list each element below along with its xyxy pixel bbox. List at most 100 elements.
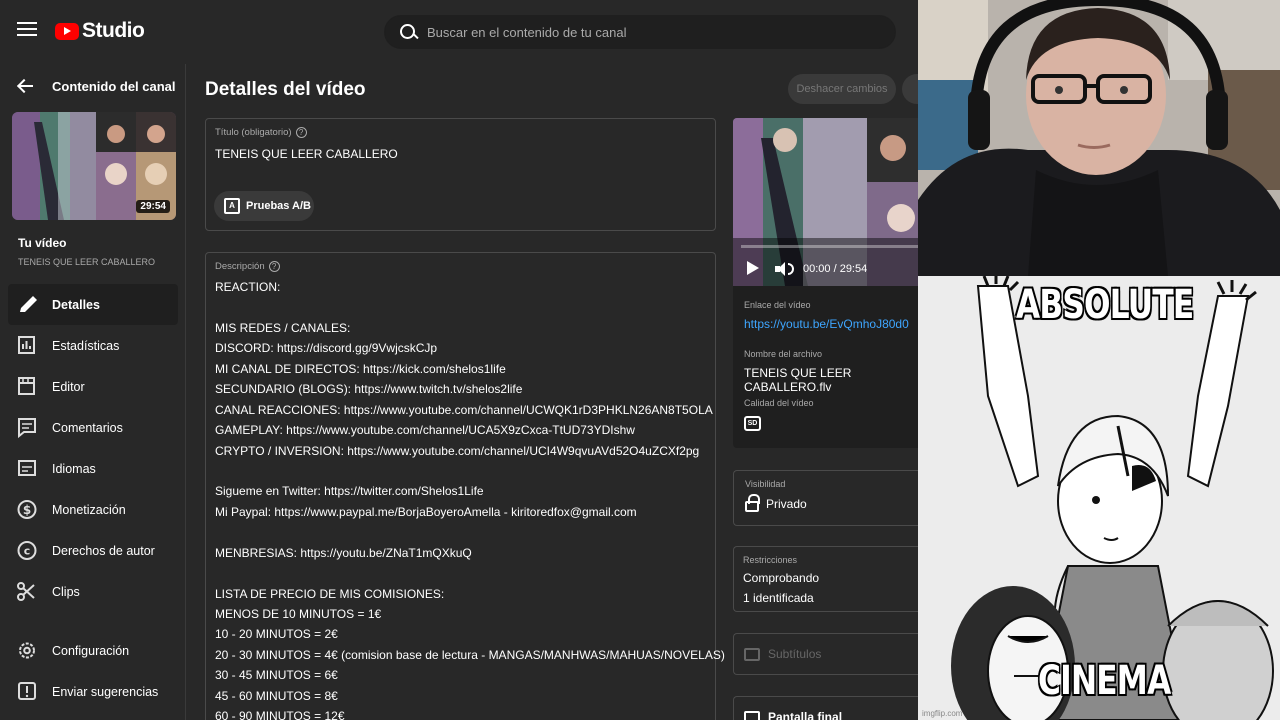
progress-bar[interactable] xyxy=(741,245,918,248)
sidebar-item-detalles[interactable]: Detalles xyxy=(8,284,178,325)
gear-icon xyxy=(8,630,52,671)
description-line xyxy=(215,563,710,583)
sidebar-item-idiomas[interactable]: Idiomas xyxy=(8,448,178,489)
restrictions-label: Restricciones xyxy=(743,555,798,565)
description-line xyxy=(215,522,710,542)
help-icon[interactable]: ? xyxy=(295,127,307,138)
play-icon[interactable] xyxy=(747,261,759,275)
sd-quality-icon: SD xyxy=(744,416,761,431)
description-line: CANAL REACCIONES: https://www.youtube.co… xyxy=(215,402,713,417)
save-button[interactable] xyxy=(902,74,918,104)
video-thumbnail[interactable]: 29:54 xyxy=(12,112,176,220)
subtitles-label: Subtítulos xyxy=(768,647,822,661)
sidebar-item-clips[interactable]: Clips xyxy=(8,571,178,612)
help-icon[interactable]: ? xyxy=(268,261,280,272)
meme-watermark: imgflip.com xyxy=(922,709,963,718)
logo-text: Studio xyxy=(82,19,145,42)
search-bar[interactable] xyxy=(384,15,896,49)
search-icon[interactable] xyxy=(391,15,427,49)
visibility-card[interactable]: Visibilidad Privado xyxy=(733,470,918,526)
title-input[interactable]: TENEIS QUE LEER CABALLERO xyxy=(215,147,398,161)
file-name: TENEIS QUE LEER CABALLERO.flv xyxy=(744,366,852,394)
back-label: Contenido del canal xyxy=(52,78,176,94)
restrictions-count: 1 identificada xyxy=(743,591,814,605)
description-line: DISCORD: https://discord.gg/9VwjcskCJp xyxy=(215,341,438,356)
sidebar-item-monetizacion[interactable]: $ Monetización xyxy=(8,489,178,530)
description-line: 20 - 30 MINUTOS = 4€ (comision base de l… xyxy=(215,647,725,662)
end-screen-label: Pantalla final xyxy=(768,710,843,720)
sidebar-nav: Detalles Estadísticas Editor Comentarios xyxy=(8,284,178,612)
sidebar-item-editor[interactable]: Editor xyxy=(8,366,178,407)
description-line: LISTA DE PRECIO DE MIS COMISIONES: xyxy=(215,586,445,601)
sidebar-item-label: Derechos de autor xyxy=(52,543,155,558)
description-line: 60 - 90 MINUTOS = 12€ xyxy=(215,709,345,720)
back-to-channel-content[interactable]: Contenido del canal xyxy=(0,72,186,100)
sidebar-item-comentarios[interactable]: Comentarios xyxy=(8,407,178,448)
editor-icon xyxy=(8,366,52,407)
undo-changes-button[interactable]: Deshacer cambios xyxy=(788,74,896,104)
ab-testing-label: Pruebas A/B xyxy=(246,200,312,212)
video-player[interactable]: 00:00 / 29:54 xyxy=(733,118,918,286)
video-preview-card: 00:00 / 29:54 Enlace del vídeo https://y… xyxy=(733,118,918,448)
description-line xyxy=(215,297,710,317)
description-line xyxy=(215,461,710,481)
description-line: SECUNDARIO (BLOGS): https://www.twitch.t… xyxy=(215,382,523,397)
description-line: Sigueme en Twitter: https://twitter.com/… xyxy=(215,484,484,499)
sidebar-item-label: Comentarios xyxy=(52,420,123,435)
menu-icon[interactable] xyxy=(17,22,37,38)
description-field[interactable]: Descripción ? REACTION: MIS REDES / CANA… xyxy=(205,252,725,720)
video-quality-label: Calidad del vídeo xyxy=(744,398,814,408)
studio-logo[interactable]: Studio xyxy=(55,19,145,43)
sidebar-item-sugerencias[interactable]: Enviar sugerencias xyxy=(8,671,178,712)
visibility-label: Visibilidad xyxy=(745,479,786,489)
sidebar-item-label: Enviar sugerencias xyxy=(52,684,159,699)
title-field[interactable]: Título (obligatorio) ? TENEIS QUE LEER C… xyxy=(205,118,716,231)
description-line: MENBRESIAS: https://youtu.be/ZNaT1mQXkuQ xyxy=(215,545,472,560)
dollar-icon: $ xyxy=(8,489,52,530)
description-line: GAMEPLAY: https://www.youtube.com/channe… xyxy=(215,423,635,438)
description-line: MI CANAL DE DIRECTOS: https://kick.com/s… xyxy=(215,361,506,376)
meme-overlay: ABSOLUTE CINEMA imgflip.com xyxy=(918,276,1280,720)
visibility-value: Privado xyxy=(766,497,807,511)
file-name-label: Nombre del archivo xyxy=(744,349,823,359)
top-bar: Studio xyxy=(0,0,918,64)
webcam-image xyxy=(918,0,1280,276)
sidebar-item-label: Idiomas xyxy=(52,461,96,476)
ab-test-icon: A xyxy=(224,198,240,214)
lock-icon xyxy=(745,494,760,512)
description-textarea[interactable]: REACTION: MIS REDES / CANALES: DISCORD: … xyxy=(215,277,725,720)
ab-testing-button[interactable]: A Pruebas A/B xyxy=(214,191,314,221)
sidebar-item-label: Clips xyxy=(52,584,80,599)
meme-top-text: ABSOLUTE xyxy=(1015,281,1195,329)
video-frame xyxy=(733,118,918,286)
comments-icon xyxy=(8,407,52,448)
description-line: 30 - 45 MINUTOS = 6€ xyxy=(215,668,338,683)
meme-manga-image xyxy=(918,276,1280,720)
search-input[interactable] xyxy=(427,24,867,40)
svg-text:c: c xyxy=(24,545,31,558)
youtube-logo-icon xyxy=(55,22,79,40)
youtube-studio-window: Studio Contenido del canal xyxy=(0,0,918,720)
sidebar-bottom-nav: Configuración Enviar sugerencias xyxy=(8,630,178,712)
back-arrow-icon[interactable] xyxy=(0,72,52,100)
sidebar-item-label: Configuración xyxy=(52,643,130,658)
video-link-label: Enlace del vídeo xyxy=(744,300,811,310)
sidebar-item-label: Monetización xyxy=(52,502,126,517)
sidebar-item-configuracion[interactable]: Configuración xyxy=(8,630,178,671)
sidebar-item-derechos[interactable]: c Derechos de autor xyxy=(8,530,178,571)
your-video-heading: Tu vídeo xyxy=(18,236,67,250)
subtitles-card[interactable]: Subtítulos xyxy=(733,633,918,675)
meme-bottom-text: CINEMA xyxy=(1037,657,1172,705)
sidebar-item-label: Detalles xyxy=(52,297,100,312)
analytics-icon xyxy=(8,325,52,366)
feedback-icon xyxy=(8,671,52,712)
end-screen-card[interactable]: Pantalla final xyxy=(733,696,918,720)
restrictions-status: Comprobando xyxy=(743,571,820,585)
webcam-overlay xyxy=(918,0,1280,276)
video-link[interactable]: https://youtu.be/EvQmhoJ80d0 xyxy=(744,317,909,331)
sidebar-item-estadisticas[interactable]: Estadísticas xyxy=(8,325,178,366)
title-label-text: Título (obligatorio) xyxy=(215,127,292,138)
thumbnail-duration: 29:54 xyxy=(136,200,170,213)
restrictions-card[interactable]: Restricciones Comprobando 1 identificada xyxy=(733,546,918,612)
sidebar-item-label: Estadísticas xyxy=(52,338,120,353)
